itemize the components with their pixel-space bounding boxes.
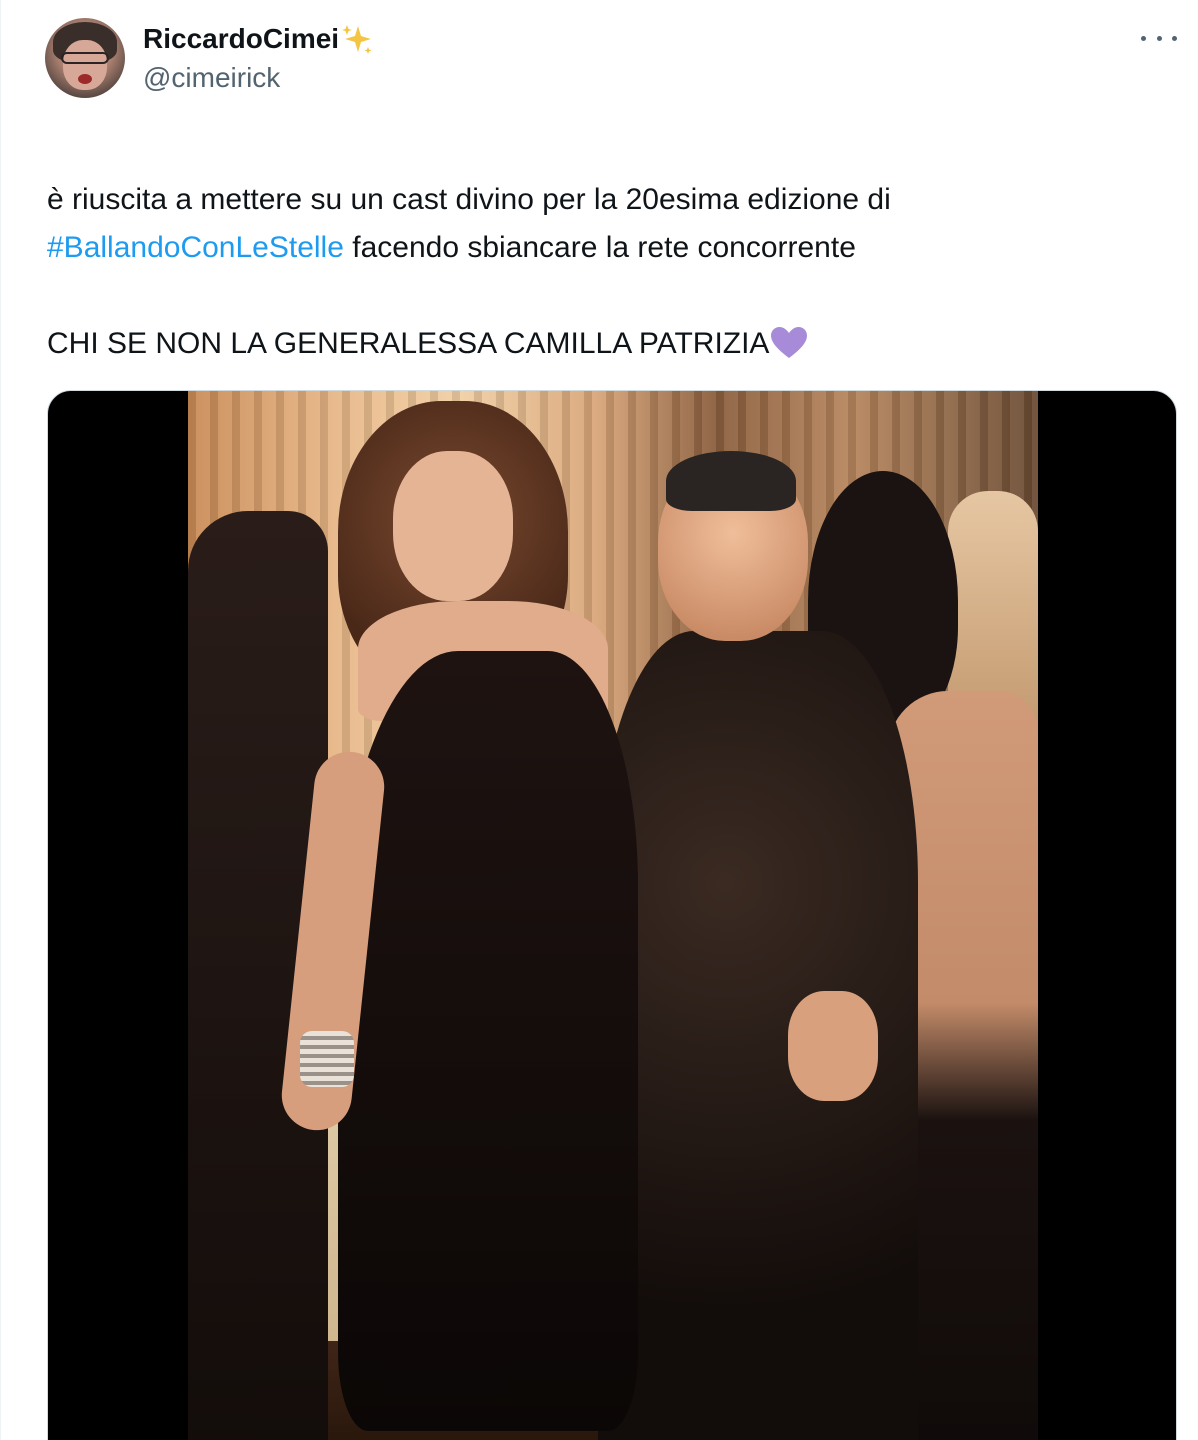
tweet: RiccardoCimei @cimeirick è riuscita a me…	[0, 0, 1198, 1440]
author-avatar[interactable]	[45, 18, 125, 98]
avatar-glasses	[61, 52, 109, 64]
tweet-text-line-2: #BallandoConLeStelle facendo sbiancare l…	[47, 224, 1167, 272]
tweet-text-line-3-text: CHI SE NON LA GENERALESSA CAMILLA PATRIZ…	[47, 327, 770, 360]
video-frame	[188, 391, 1038, 1440]
more-dot	[1156, 35, 1162, 41]
author-name-row: RiccardoCimei	[143, 20, 375, 58]
purple-heart-icon	[769, 325, 809, 361]
tweet-media-video[interactable]	[47, 390, 1177, 1440]
tweet-text: è riuscita a mettere su un cast divino p…	[47, 176, 1167, 368]
tweet-text-line-2-rest: facendo sbiancare la rete concorrente	[343, 231, 856, 264]
sparkles-icon	[341, 22, 375, 56]
woman-face	[393, 451, 513, 601]
more-horizontal-icon	[1141, 35, 1146, 41]
bracelet	[300, 1031, 354, 1087]
man-hair	[666, 451, 796, 511]
woman-black-dress	[338, 651, 638, 1431]
hashtag-link[interactable]: #BallandoConLeStelle	[47, 231, 344, 264]
man-hand	[788, 991, 878, 1101]
author-handle[interactable]: @cimeirick	[143, 62, 280, 94]
tweet-text-line-3: CHI SE NON LA GENERALESSA CAMILLA PATRIZ…	[47, 320, 1167, 368]
more-options-button[interactable]	[1141, 26, 1177, 50]
more-dot	[1172, 35, 1177, 41]
avatar-mouth	[78, 74, 92, 84]
tweet-text-line-1: è riuscita a mettere su un cast divino p…	[47, 183, 891, 216]
author-display-name[interactable]: RiccardoCimei	[143, 23, 339, 55]
